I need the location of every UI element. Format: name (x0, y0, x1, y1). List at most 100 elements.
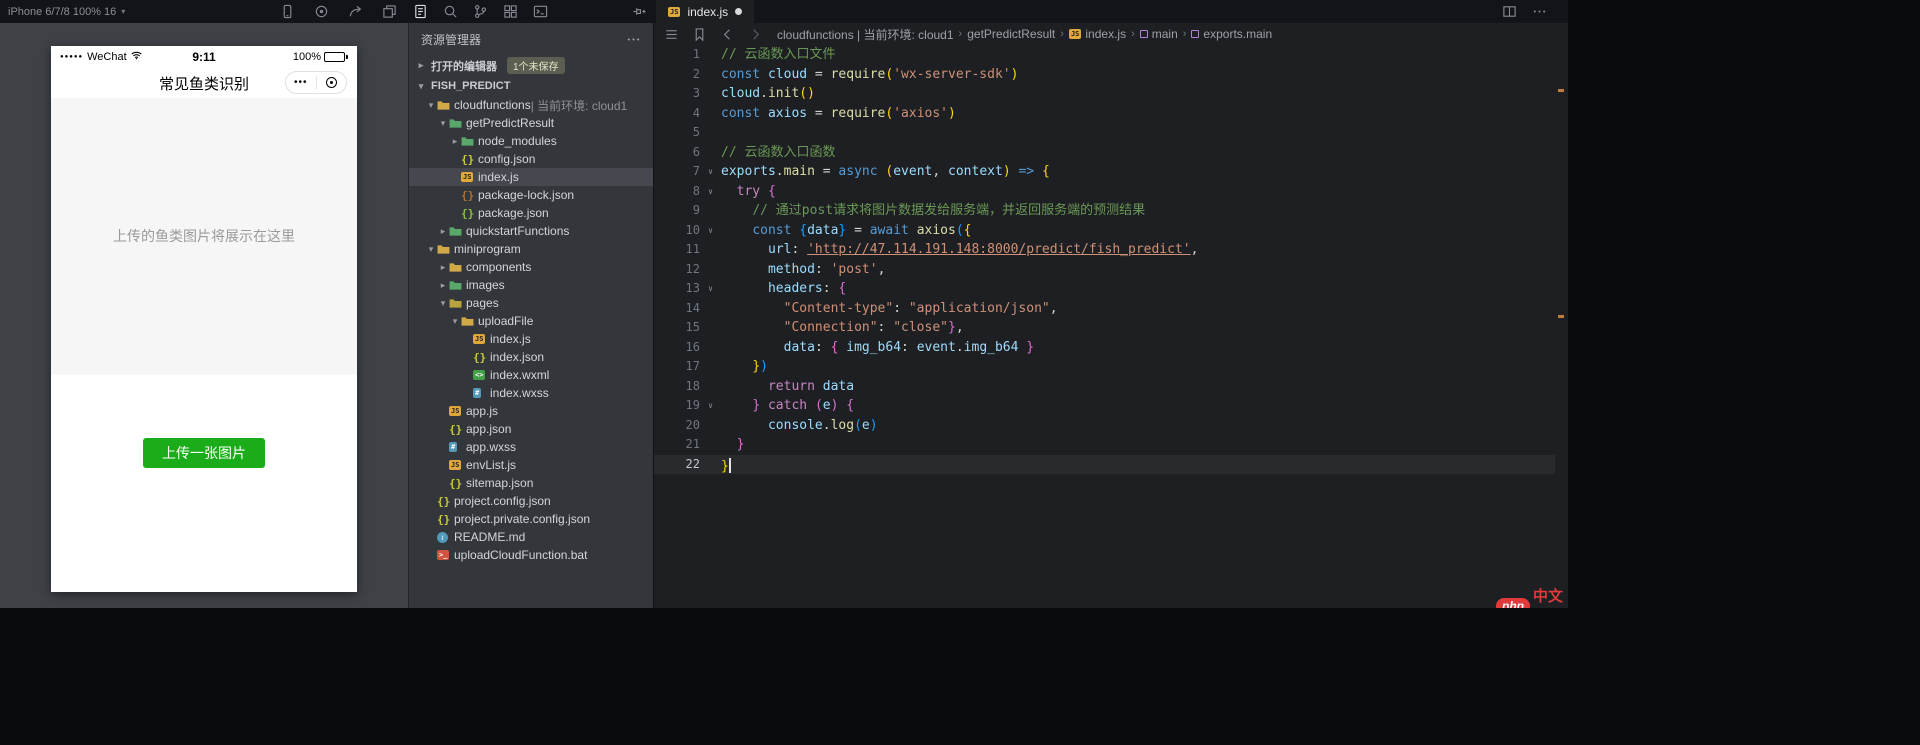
tree-folder-cloudfunctions[interactable]: ▾ cloudfunctions | 当前环境: cloud1 (409, 96, 653, 114)
project-root[interactable]: ▾ FISH_PREDICT (409, 77, 653, 95)
chevron-down-icon[interactable]: ▾ (425, 244, 437, 255)
code-line-6[interactable]: 6 // 云函数入口函数 (654, 143, 1555, 163)
code-line-18[interactable]: 18 return data (654, 377, 1555, 397)
compile-icon[interactable] (413, 4, 428, 19)
code-line-19[interactable]: 19 ∨ } catch (e) { (654, 396, 1555, 416)
more-menu-icon[interactable]: ••• (286, 72, 316, 93)
plug-icon[interactable] (632, 4, 647, 19)
code-line-5[interactable]: 5 (654, 123, 1555, 143)
breadcrumb-item-exports.main[interactable]: exports.main (1191, 27, 1272, 41)
tree-file-index.wxml[interactable]: <> index.wxml (409, 366, 653, 384)
tree-file-app.json[interactable]: {} app.json (409, 420, 653, 438)
terminal-icon[interactable] (533, 4, 548, 19)
windows-icon[interactable] (382, 4, 397, 19)
fold-chevron-icon[interactable]: ∨ (700, 221, 721, 241)
split-icon[interactable] (1502, 4, 1517, 19)
chevron-right-icon[interactable]: ▸ (437, 280, 449, 291)
tree-file-project.private.config.json[interactable]: {} project.private.config.json (409, 510, 653, 528)
tree-folder-images[interactable]: ▸ images (409, 276, 653, 294)
chevron-right-icon[interactable]: ▸ (449, 136, 461, 147)
tree-file-sitemap.json[interactable]: {} sitemap.json (409, 474, 653, 492)
tree-file-project.config.json[interactable]: {} project.config.json (409, 492, 653, 510)
chevron-down-icon[interactable]: ▾ (437, 118, 449, 129)
tree-file-app.wxss[interactable]: # app.wxss (409, 438, 653, 456)
chevron-right-icon[interactable]: ▸ (437, 262, 449, 273)
code-line-11[interactable]: 11 url: 'http://47.114.191.148:8000/pred… (654, 240, 1555, 260)
device-selector[interactable]: iPhone 6/7/8 100% 16 ▾ (8, 0, 125, 23)
line-number: 15 (685, 320, 700, 334)
tab-index-js[interactable]: JS index.js (656, 0, 755, 23)
tree-file-index.json[interactable]: {} index.json (409, 348, 653, 366)
fold-chevron-icon[interactable]: ∨ (700, 279, 721, 299)
code-line-8[interactable]: 8 ∨ try { (654, 182, 1555, 202)
tree-folder-quickstartFunctions[interactable]: ▸ quickstartFunctions (409, 222, 653, 240)
code-text: return data (767, 378, 855, 394)
explorer-more-icon[interactable] (626, 32, 641, 47)
list-icon[interactable] (664, 27, 679, 42)
tree-file-package-lock.json[interactable]: {} package-lock.json (409, 186, 653, 204)
tree-file-package.json[interactable]: {} package.json (409, 204, 653, 222)
tree-file-index.js[interactable]: JS index.js (409, 330, 653, 348)
tree-file-uploadCloudFunction.bat[interactable]: >_ uploadCloudFunction.bat (409, 546, 653, 564)
bookmark-icon[interactable] (692, 27, 707, 42)
tree-folder-getPredictResult[interactable]: ▾ getPredictResult (409, 114, 653, 132)
ellipsis-icon[interactable] (1532, 4, 1547, 19)
code-line-9[interactable]: 9 // 通过post请求将图片数据发给服务端，并返回服务端的预测结果 (654, 201, 1555, 221)
capsule-menu[interactable]: ••• (285, 71, 347, 94)
chevron-down-icon[interactable]: ▾ (437, 298, 449, 309)
chevron-down-icon[interactable]: ▾ (425, 100, 437, 111)
fold-chevron-icon[interactable]: ∨ (700, 182, 721, 202)
forward-icon[interactable] (748, 27, 763, 42)
code-line-4[interactable]: 4 const axios = require('axios') (654, 104, 1555, 124)
code-line-14[interactable]: 14 "Content-type": "application/json", (654, 299, 1555, 319)
code-line-22[interactable]: 22} (654, 454, 1555, 474)
chevron-right-icon[interactable]: ▸ (437, 226, 449, 237)
upload-image-button[interactable]: 上传一张图片 (143, 438, 265, 468)
tree-file-index.wxss[interactable]: # index.wxss (409, 384, 653, 402)
exit-circle-icon[interactable] (317, 77, 347, 88)
tree-folder-node_modules[interactable]: ▸ node_modules (409, 132, 653, 150)
code-line-7[interactable]: 7 ∨ exports.main = async (event, context) … (654, 162, 1555, 182)
fold-chevron-icon[interactable]: ∨ (700, 396, 721, 416)
open-editors-section[interactable]: ▸ 打开的编辑器 1个未保存 (409, 54, 653, 77)
code-line-13[interactable]: 13 ∨ headers: { (654, 279, 1555, 299)
phone-icon[interactable] (280, 4, 295, 19)
breadcrumb-item-cloudfunctions-cloud1[interactable]: cloudfunctions | 当前环境: cloud1 (777, 26, 954, 43)
tree-file-README.md[interactable]: i README.md (409, 528, 653, 546)
overview-ruler[interactable] (1555, 45, 1568, 608)
wxss-file-icon: # (449, 442, 458, 452)
tree-file-index.js[interactable]: JS index.js (409, 168, 653, 186)
breadcrumb-item-getPredictResult[interactable]: getPredictResult (967, 27, 1055, 41)
tree-folder-miniprogram[interactable]: ▾ miniprogram (409, 240, 653, 258)
fold-chevron-icon[interactable]: ∨ (700, 162, 721, 182)
tree-file-config.json[interactable]: {} config.json (409, 150, 653, 168)
code-line-1[interactable]: 1 // 云函数入口文件 (654, 45, 1555, 65)
search-icon[interactable] (443, 4, 458, 19)
tree-folder-components[interactable]: ▸ components (409, 258, 653, 276)
line-number: 3 (692, 86, 700, 100)
code-line-3[interactable]: 3 cloud.init() (654, 84, 1555, 104)
code-line-2[interactable]: 2 const cloud = require('wx-server-sdk') (654, 65, 1555, 85)
code-line-17[interactable]: 17 }) (654, 357, 1555, 377)
record-icon[interactable] (314, 4, 329, 19)
share-icon[interactable] (348, 4, 363, 19)
unsaved-dot-icon[interactable] (735, 8, 743, 15)
code-line-12[interactable]: 12 method: 'post', (654, 260, 1555, 280)
chevron-down-icon[interactable]: ▾ (449, 316, 461, 327)
breadcrumb-item-main[interactable]: main (1139, 27, 1178, 41)
back-icon[interactable] (720, 27, 735, 42)
tree-file-envList.js[interactable]: JS envList.js (409, 456, 653, 474)
code-line-10[interactable]: 10 ∨ const {data} = await axios({ (654, 221, 1555, 241)
code-line-16[interactable]: 16 data: { img_b64: event.img_b64 } (654, 338, 1555, 358)
grid-icon[interactable] (503, 4, 518, 19)
tree-folder-uploadFile[interactable]: ▾ uploadFile (409, 312, 653, 330)
breadcrumb-item-index.js[interactable]: JS index.js (1068, 27, 1126, 41)
tree-folder-pages[interactable]: ▾ pages (409, 294, 653, 312)
folder-icon (449, 262, 466, 273)
code-line-21[interactable]: 21 } (654, 435, 1555, 455)
git-icon[interactable] (473, 4, 488, 19)
code-area[interactable]: 1 // 云函数入口文件 2 const cloud = require('wx-se… (654, 45, 1555, 608)
tree-file-app.js[interactable]: JS app.js (409, 402, 653, 420)
code-line-20[interactable]: 20 console.log(e) (654, 416, 1555, 436)
code-line-15[interactable]: 15 "Connection": "close"}, (654, 318, 1555, 338)
